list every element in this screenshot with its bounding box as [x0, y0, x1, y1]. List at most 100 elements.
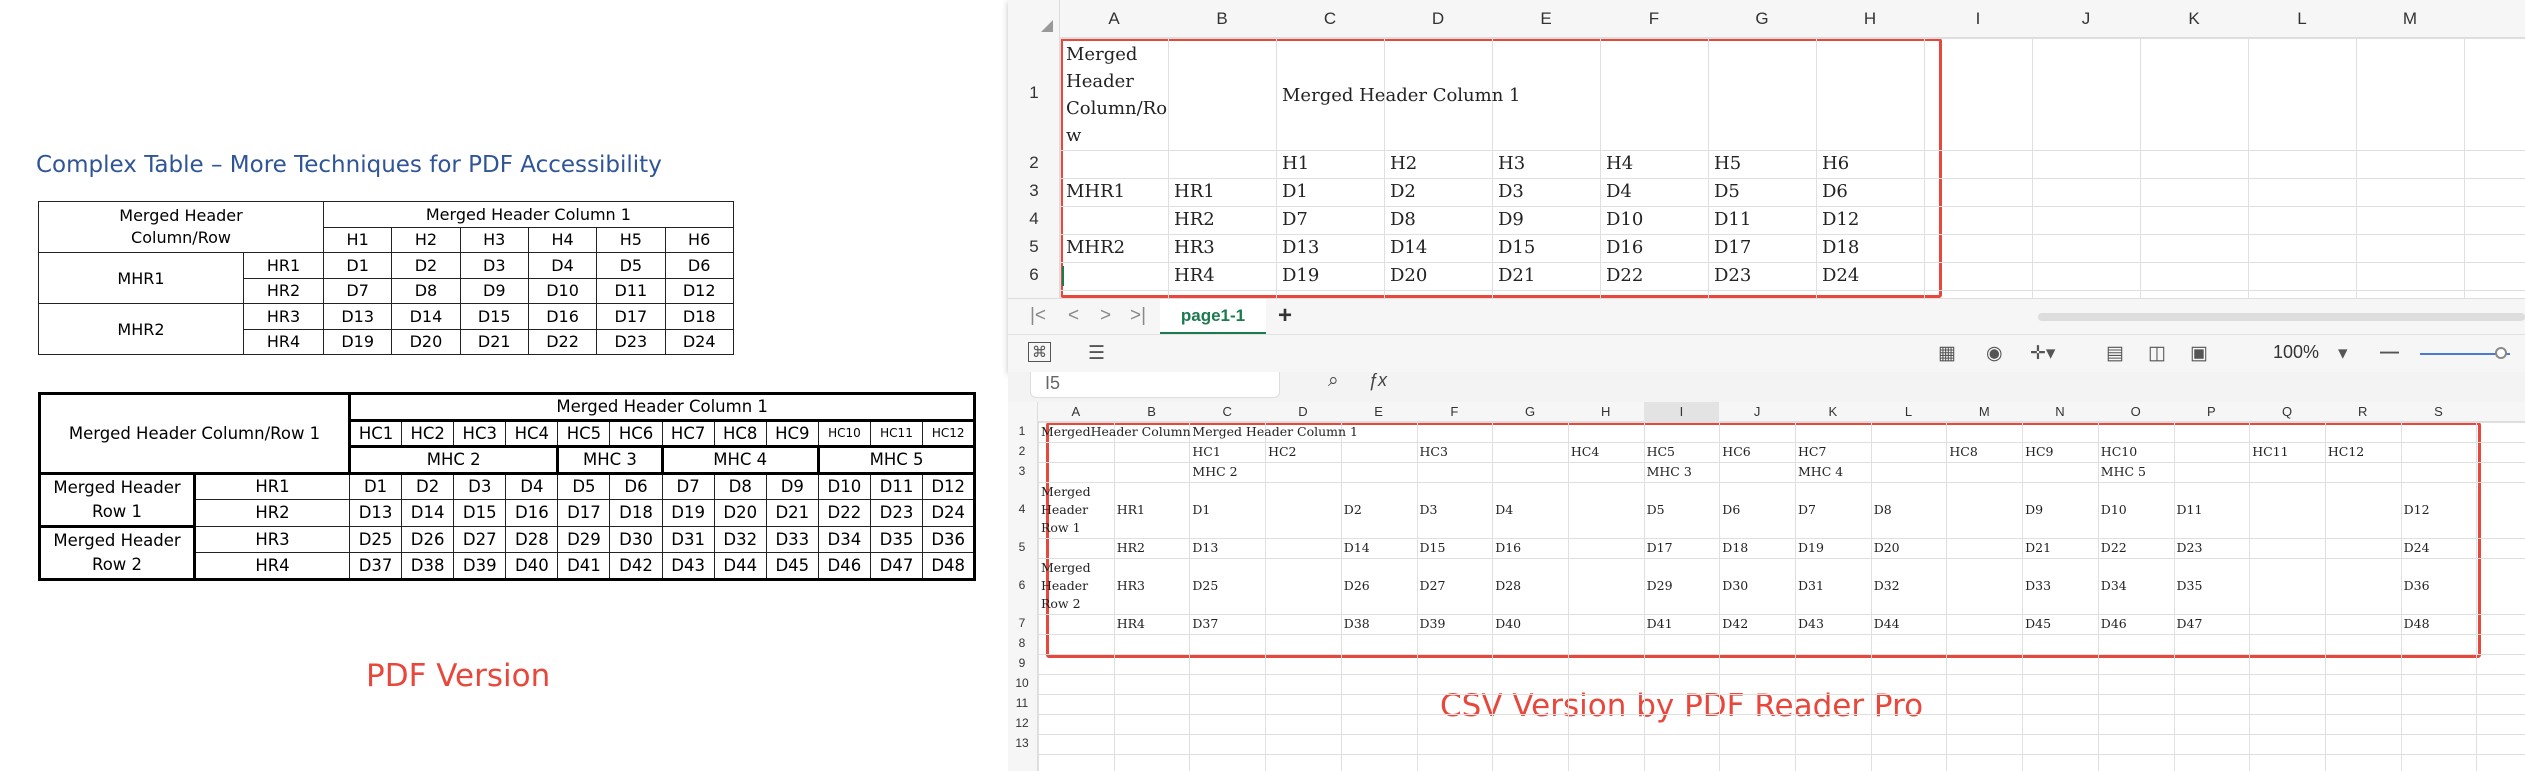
data-cell: D24 — [664, 328, 734, 355]
data-cell: D17 — [596, 303, 666, 330]
zoom-dropdown-icon[interactable]: ▾ — [2338, 342, 2348, 365]
column-letter[interactable]: M — [2356, 0, 2464, 38]
column-letter[interactable]: N — [2022, 402, 2098, 422]
view-page-icon[interactable]: ◫ — [2148, 342, 2166, 365]
first-sheet-icon[interactable]: |< — [1030, 305, 1046, 327]
row-number[interactable]: 1 — [1008, 424, 1036, 438]
formula-area[interactable]: ⌕ ƒx — [1298, 370, 2525, 398]
select-all-corner-2[interactable] — [1008, 402, 1038, 422]
sheet-cell: Header — [1041, 578, 1089, 593]
column-letter[interactable]: B — [1114, 402, 1190, 422]
column-letter[interactable]: C — [1189, 402, 1265, 422]
column-letter[interactable]: L — [1871, 402, 1947, 422]
fx-icon[interactable]: ƒx — [1368, 370, 1387, 391]
horizontal-scrollbar[interactable] — [2038, 313, 2525, 321]
row-number[interactable]: 9 — [1008, 656, 1036, 670]
column-letter[interactable]: Q — [2249, 402, 2325, 422]
row-number[interactable]: 6 — [1008, 265, 1060, 285]
column-letter[interactable]: H — [1816, 0, 1924, 38]
view-normal-icon[interactable]: ▤ — [2106, 342, 2124, 365]
column-letter[interactable]: O — [2098, 402, 2174, 422]
column-letter[interactable]: P — [2174, 402, 2250, 422]
column-letter[interactable]: K — [1795, 402, 1871, 422]
row-number[interactable]: 2 — [1008, 444, 1036, 458]
data-cell: D31 — [661, 525, 715, 553]
data-cell: D37 — [349, 552, 403, 580]
column-letter[interactable]: G — [1492, 402, 1568, 422]
grid-line — [2249, 422, 2251, 771]
sheet-cell: D12 — [2403, 502, 2430, 517]
column-letter[interactable]: S — [2401, 402, 2477, 422]
sheet-cell: D1 — [1282, 181, 1308, 202]
sheet-cell: Merged — [1066, 44, 1138, 65]
name-box[interactable]: I5 — [1030, 372, 1280, 398]
row-number[interactable]: 8 — [1008, 636, 1036, 650]
column-letter[interactable]: J — [2032, 0, 2140, 38]
grid-line — [1924, 38, 1925, 298]
row-number[interactable]: 4 — [1008, 502, 1036, 516]
grid-line — [1038, 442, 2525, 443]
column-letter[interactable]: M — [1946, 402, 2022, 422]
sheet-cell: D14 — [1343, 540, 1370, 555]
column-letter[interactable]: G — [1708, 0, 1816, 38]
row-number[interactable]: 6 — [1008, 578, 1036, 592]
zoom-level[interactable]: 100% — [2273, 342, 2319, 363]
column-letter[interactable]: F — [1600, 0, 1708, 38]
prev-sheet-icon[interactable]: < — [1068, 305, 1079, 327]
sheet-cell: D18 — [1722, 540, 1749, 555]
grid-icon[interactable]: ▦ — [1938, 342, 1956, 365]
data-cell: D23 — [869, 499, 924, 527]
column-letter[interactable]: B — [1168, 0, 1276, 38]
column-letter[interactable]: K — [2140, 0, 2248, 38]
sheet-cell: D36 — [2403, 578, 2430, 593]
column-letter[interactable]: E — [1341, 402, 1417, 422]
column-header: HC5 — [557, 419, 611, 447]
column-letter[interactable]: A — [1038, 402, 1114, 422]
next-sheet-icon[interactable]: > — [1100, 305, 1111, 327]
search-icon[interactable]: ⌕ — [1328, 370, 1339, 392]
column-letter[interactable]: J — [1719, 402, 1795, 422]
column-letter[interactable]: D — [1384, 0, 1492, 38]
column-letter[interactable]: I — [1924, 0, 2032, 38]
row-number[interactable]: 3 — [1008, 464, 1036, 478]
column-header: HC2 — [401, 419, 455, 447]
column-letter[interactable]: E — [1492, 0, 1600, 38]
row-number[interactable]: 4 — [1008, 209, 1060, 229]
zoom-out-icon[interactable]: — — [2380, 342, 2399, 364]
sheet-cell: D46 — [2100, 616, 2127, 631]
row-number[interactable]: 13 — [1008, 736, 1036, 750]
row-number[interactable]: 3 — [1008, 181, 1060, 201]
sheet-cell: D25 — [1192, 578, 1219, 593]
macro-icon[interactable]: ⌘ — [1028, 342, 1051, 362]
active-cell-cursor[interactable] — [1062, 266, 1064, 286]
view-break-icon[interactable]: ▣ — [2190, 342, 2208, 365]
row-number[interactable]: 5 — [1008, 237, 1060, 257]
sheet-tab[interactable]: page1-1 — [1160, 299, 1266, 335]
layout-icon[interactable]: ✛▾ — [2030, 342, 2055, 365]
column-letter[interactable]: R — [2325, 402, 2401, 422]
last-sheet-icon[interactable]: >| — [1130, 305, 1146, 327]
column-letter[interactable]: A — [1060, 0, 1168, 38]
row-number[interactable]: 5 — [1008, 540, 1036, 554]
sheet-cell: D15 — [1419, 540, 1446, 555]
select-all-corner[interactable] — [1008, 0, 1060, 38]
column-letter[interactable]: D — [1265, 402, 1341, 422]
column-letter[interactable]: F — [1417, 402, 1493, 422]
row-number[interactable]: 12 — [1008, 716, 1036, 730]
row-number[interactable]: 10 — [1008, 676, 1036, 690]
column-letter[interactable]: H — [1568, 402, 1644, 422]
column-letter[interactable]: I — [1643, 402, 1720, 424]
row-number[interactable]: 1 — [1008, 83, 1060, 103]
sheet-cell: D9 — [1498, 209, 1524, 230]
add-sheet-icon[interactable]: + — [1278, 302, 1292, 330]
zoom-slider-handle[interactable] — [2495, 347, 2507, 359]
eye-icon[interactable]: ◉ — [1986, 342, 2003, 365]
sheet-view-icon[interactable]: ☰ — [1088, 342, 1105, 365]
column-letter[interactable]: C — [1276, 0, 1384, 38]
row-number[interactable]: 2 — [1008, 153, 1060, 173]
column-header: HC7 — [661, 419, 715, 447]
row-header-bar-2: 1 2 3 4 5 6 7 8 9 10 11 12 13 — [1008, 422, 1038, 771]
row-number[interactable]: 7 — [1008, 616, 1036, 630]
row-number[interactable]: 11 — [1008, 696, 1036, 710]
column-letter[interactable]: L — [2248, 0, 2356, 38]
